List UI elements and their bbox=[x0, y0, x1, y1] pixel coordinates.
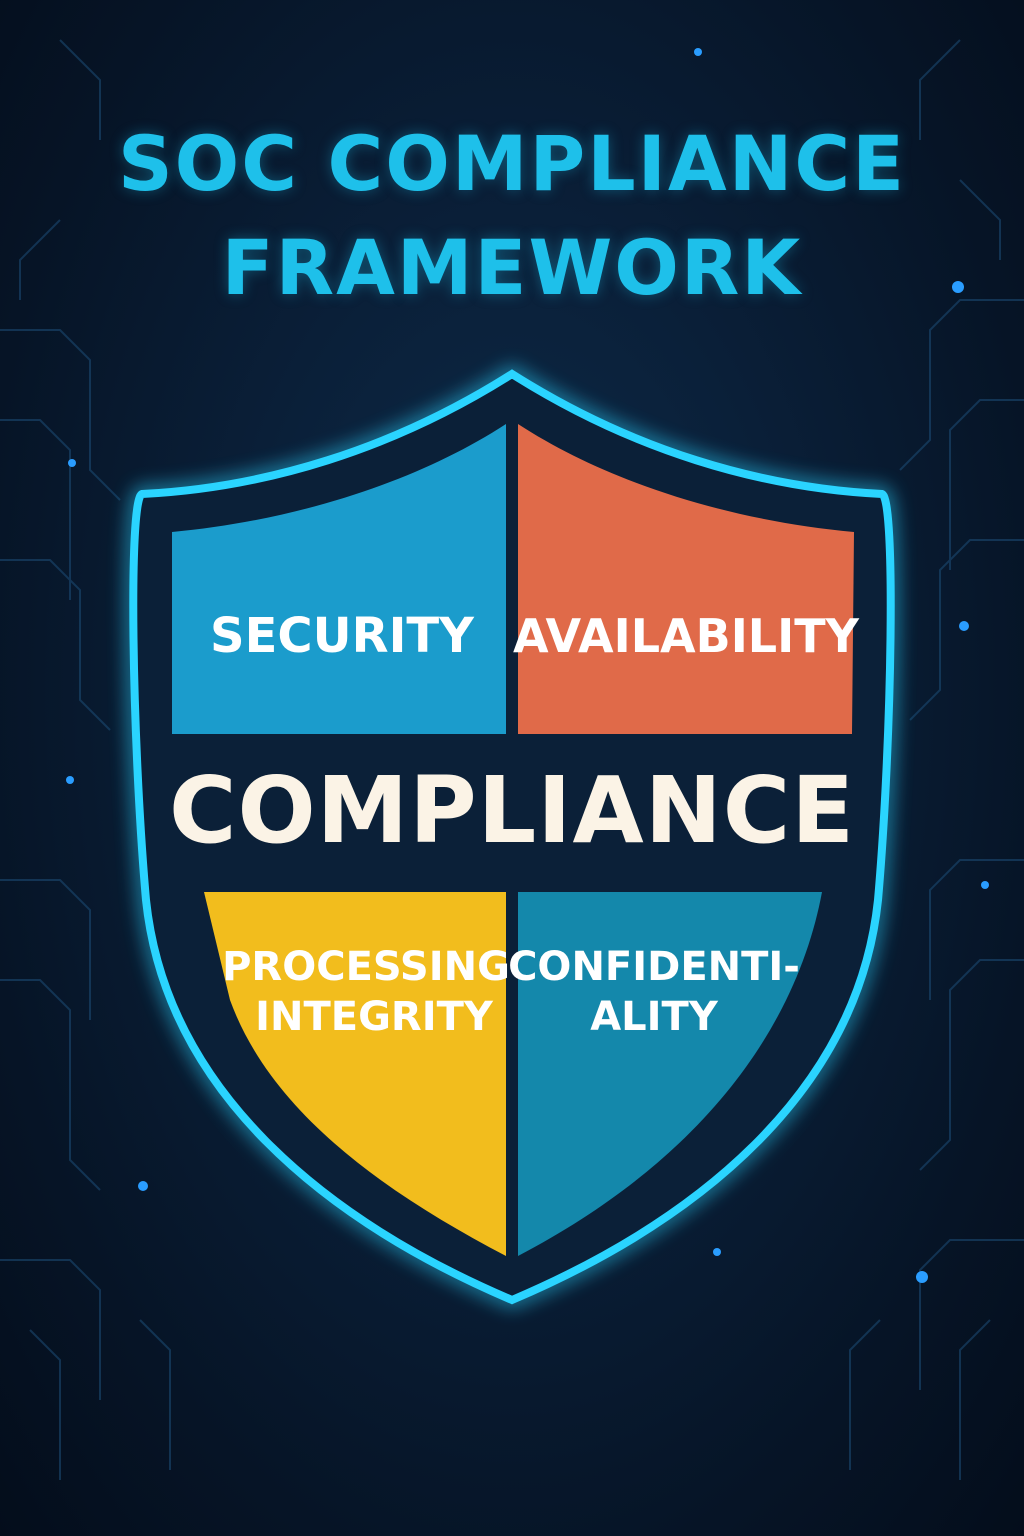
center-compliance-label: COMPLIANCE bbox=[169, 757, 855, 864]
confidentiality-label-line-1: CONFIDENTI- bbox=[508, 944, 800, 990]
security-label: SECURITY bbox=[210, 608, 475, 664]
infographic: SOC COMPLIANCE FRAMEWORK COMPLIANCE SECU… bbox=[0, 0, 1024, 1536]
processing-integrity-label-line-2: INTEGRITY bbox=[255, 994, 494, 1040]
availability-label: AVAILABILITY bbox=[513, 609, 860, 663]
confidentiality-label-line-2: ALITY bbox=[590, 994, 719, 1040]
processing-integrity-label-line-1: PROCESSING bbox=[222, 944, 510, 990]
compliance-shield: COMPLIANCE SECURITY AVAILABILITY PROCESS… bbox=[125, 364, 899, 1309]
